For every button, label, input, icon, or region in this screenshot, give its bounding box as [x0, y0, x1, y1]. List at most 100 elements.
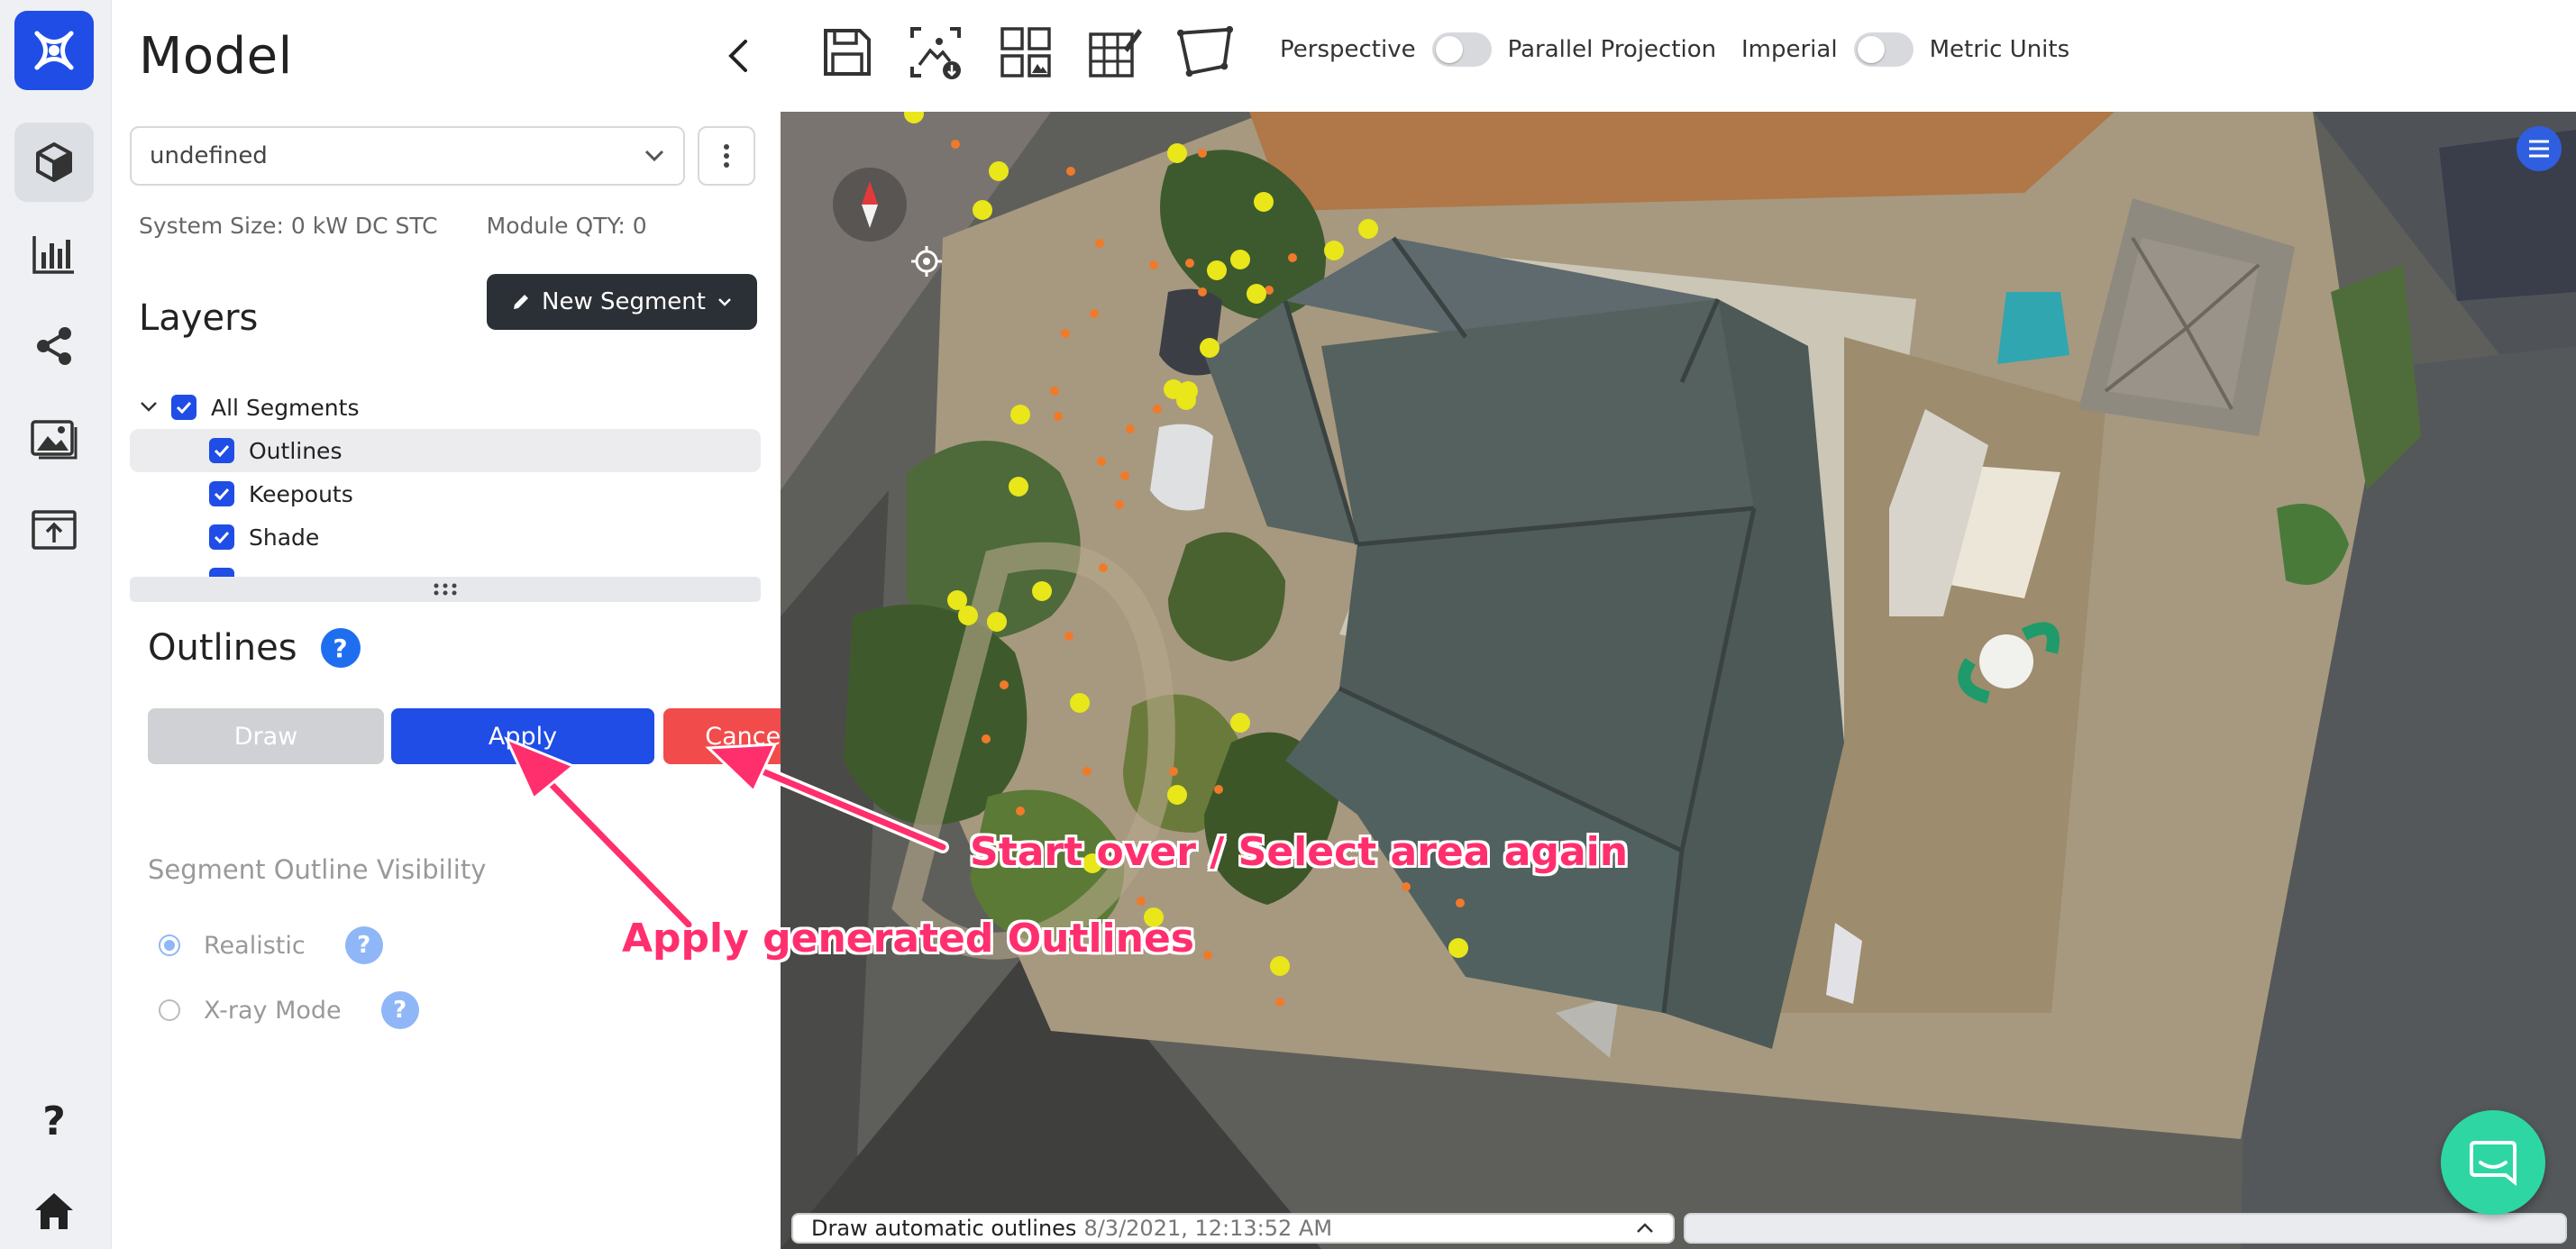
left-nav-rail: ? — [0, 0, 112, 1249]
edge-point[interactable] — [1214, 785, 1223, 794]
map-viewport[interactable]: Draw automatic outlines 8/3/2021, 12:13:… — [781, 112, 2576, 1249]
radio-button[interactable] — [159, 999, 180, 1021]
vertex-point[interactable] — [1358, 219, 1378, 239]
vertex-point[interactable] — [1230, 713, 1250, 733]
projection-toggle[interactable] — [1431, 32, 1492, 67]
map-menu-button[interactable] — [2517, 126, 2562, 171]
vertex-point[interactable] — [1200, 338, 1219, 358]
vertex-point[interactable] — [1324, 241, 1344, 260]
vertex-point[interactable] — [1009, 477, 1028, 497]
vertex-point[interactable] — [1270, 956, 1290, 976]
edge-point[interactable] — [1000, 680, 1009, 689]
home-button[interactable] — [14, 1172, 94, 1249]
edge-point[interactable] — [1066, 167, 1075, 176]
edge-point[interactable] — [1097, 457, 1106, 466]
edge-point[interactable] — [951, 140, 960, 149]
edge-point[interactable] — [1288, 253, 1297, 262]
checkbox[interactable] — [171, 395, 196, 420]
compass-button[interactable] — [833, 168, 907, 242]
units-toggle[interactable] — [1853, 32, 1914, 67]
vertex-point[interactable] — [1207, 260, 1227, 280]
status-bar[interactable]: Draw automatic outlines 8/3/2021, 12:13:… — [791, 1213, 1675, 1244]
edge-point[interactable] — [1203, 951, 1212, 960]
edge-point[interactable] — [1185, 259, 1194, 268]
outlines-help-icon[interactable]: ? — [320, 628, 361, 668]
vertex-point[interactable] — [1010, 405, 1030, 424]
edge-point[interactable] — [1456, 898, 1465, 907]
edge-point[interactable] — [1082, 767, 1092, 776]
radio-label: X-ray Mode — [204, 996, 342, 1025]
nav-share-button[interactable] — [14, 306, 94, 386]
edge-point[interactable] — [1115, 500, 1124, 509]
vertex-point[interactable] — [973, 200, 992, 220]
locate-button[interactable] — [909, 243, 945, 279]
checkbox[interactable] — [209, 481, 234, 506]
draw-button[interactable]: Draw — [148, 708, 384, 764]
help-button[interactable]: ? — [14, 1081, 94, 1161]
apply-button[interactable]: Apply — [391, 708, 654, 764]
realistic-help-icon[interactable]: ? — [344, 926, 383, 964]
edge-point[interactable] — [1149, 260, 1158, 269]
edge-point[interactable] — [1126, 424, 1135, 433]
checkbox[interactable] — [209, 568, 234, 577]
checkbox[interactable] — [209, 524, 234, 550]
edge-point[interactable] — [1120, 471, 1129, 480]
edge-point[interactable] — [1153, 405, 1162, 414]
design-select[interactable]: undefined — [130, 126, 685, 186]
vertex-point[interactable] — [1254, 192, 1274, 212]
perspective-button[interactable] — [1177, 23, 1235, 81]
edge-point[interactable] — [1016, 807, 1025, 816]
tree-row-shade[interactable]: Shade — [130, 515, 761, 559]
edge-point[interactable] — [1090, 309, 1099, 318]
vertex-point[interactable] — [989, 161, 1009, 181]
new-segment-button[interactable]: New Segment — [487, 274, 757, 330]
visibility-option-xray[interactable]: X-ray Mode ? — [159, 991, 419, 1029]
edge-point[interactable] — [1137, 897, 1146, 906]
layout-grid-icon — [1000, 27, 1051, 77]
vertex-point[interactable] — [1070, 693, 1090, 713]
chevron-down-icon[interactable] — [139, 400, 159, 415]
edge-point[interactable] — [1275, 998, 1284, 1007]
vertex-point[interactable] — [1167, 143, 1187, 163]
save-button[interactable] — [818, 23, 876, 81]
edge-point[interactable] — [1402, 882, 1411, 891]
edge-point[interactable] — [1061, 329, 1070, 338]
edge-point[interactable] — [1050, 387, 1059, 396]
vertex-point[interactable] — [987, 612, 1007, 632]
nav-gallery-button[interactable] — [14, 398, 94, 478]
chevron-up-icon[interactable] — [1635, 1222, 1655, 1235]
vertex-point[interactable] — [1167, 785, 1187, 805]
xray-help-icon[interactable]: ? — [380, 991, 419, 1029]
tree-row-keepouts[interactable]: Keepouts — [130, 472, 761, 515]
edge-point[interactable] — [1095, 239, 1104, 248]
vertex-point[interactable] — [1164, 379, 1183, 399]
edge-point[interactable] — [1169, 767, 1178, 776]
edge-point[interactable] — [1064, 632, 1073, 641]
vertex-point[interactable] — [958, 606, 978, 625]
layout-button[interactable] — [997, 23, 1055, 81]
vertex-point[interactable] — [1448, 938, 1468, 958]
edge-point[interactable] — [982, 734, 991, 743]
radio-button[interactable] — [159, 934, 180, 956]
tree-resize-handle[interactable] — [130, 577, 761, 602]
tree-row-outlines[interactable]: Outlines — [130, 429, 761, 472]
edge-point[interactable] — [1054, 412, 1063, 421]
edge-point[interactable] — [1198, 287, 1207, 296]
design-options-button[interactable] — [698, 126, 755, 186]
vertex-point[interactable] — [1247, 284, 1266, 304]
nav-upload-button[interactable] — [14, 490, 94, 570]
edge-point[interactable] — [1198, 149, 1207, 158]
grid-edit-button[interactable] — [1087, 23, 1145, 81]
collapse-panel-button[interactable] — [712, 31, 763, 81]
app-logo[interactable] — [14, 11, 94, 90]
vertex-point[interactable] — [1032, 581, 1052, 601]
chat-launcher-button[interactable] — [2441, 1110, 2545, 1215]
tree-row-all-segments[interactable]: All Segments — [130, 386, 761, 429]
nav-model-button[interactable] — [14, 123, 94, 202]
screenshot-button[interactable] — [907, 23, 964, 81]
visibility-option-realistic[interactable]: Realistic ? — [159, 926, 383, 964]
nav-reports-button[interactable] — [14, 214, 94, 294]
edge-point[interactable] — [1099, 563, 1108, 572]
vertex-point[interactable] — [1230, 250, 1250, 269]
checkbox[interactable] — [209, 438, 234, 463]
